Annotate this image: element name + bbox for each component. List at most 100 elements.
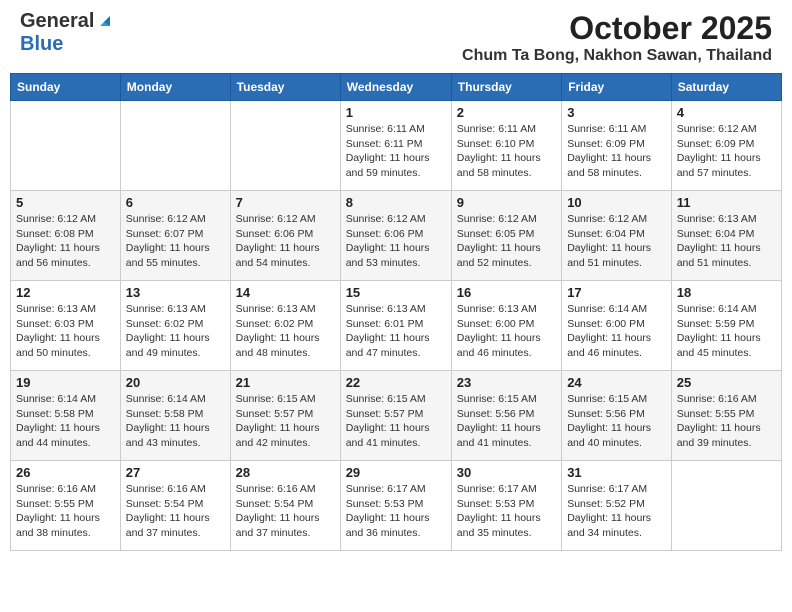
day-info: Sunrise: 6:13 AMSunset: 6:02 PMDaylight:… (126, 302, 225, 361)
calendar-cell: 4 Sunrise: 6:12 AMSunset: 6:09 PMDaylight… (671, 101, 781, 191)
calendar-week-5: 26 Sunrise: 6:16 AMSunset: 5:55 PMDayligh… (11, 461, 782, 551)
calendar-cell: 9 Sunrise: 6:12 AMSunset: 6:05 PMDaylight… (451, 191, 561, 281)
day-info: Sunrise: 6:12 AMSunset: 6:09 PMDaylight:… (677, 122, 776, 181)
calendar-week-3: 12Sunrise: 6:13 AMSunset: 6:03 PMDayligh… (11, 281, 782, 371)
day-info: Sunrise: 6:12 AMSunset: 6:06 PMDaylight:… (236, 212, 335, 271)
calendar-cell: 23Sunrise: 6:15 AMSunset: 5:56 PMDayligh… (451, 371, 561, 461)
calendar-cell: 1 Sunrise: 6:11 AMSunset: 6:11 PMDaylight… (340, 101, 451, 191)
day-number: 15 (346, 285, 446, 300)
calendar-cell: 25Sunrise: 6:16 AMSunset: 5:55 PMDayligh… (671, 371, 781, 461)
calendar-header-row: SundayMondayTuesdayWednesdayThursdayFrid… (11, 74, 782, 101)
day-info: Sunrise: 6:12 AMSunset: 6:04 PMDaylight:… (567, 212, 666, 271)
day-number: 19 (16, 375, 115, 390)
day-number: 12 (16, 285, 115, 300)
calendar-cell: 18 Sunrise: 6:14 AMSunset: 5:59 PMDayligh… (671, 281, 781, 371)
day-info: Sunrise: 6:17 AMSunset: 5:53 PMDaylight:… (346, 482, 446, 541)
weekday-header-monday: Monday (120, 74, 230, 101)
weekday-header-wednesday: Wednesday (340, 74, 451, 101)
day-number: 18 (677, 285, 776, 300)
calendar-week-4: 19Sunrise: 6:14 AMSunset: 5:58 PMDayligh… (11, 371, 782, 461)
calendar-cell: 27 Sunrise: 6:16 AMSunset: 5:54 PMDayligh… (120, 461, 230, 551)
day-number: 24 (567, 375, 666, 390)
calendar-cell: 30 Sunrise: 6:17 AMSunset: 5:53 PMDayligh… (451, 461, 561, 551)
calendar-cell: 21Sunrise: 6:15 AMSunset: 5:57 PMDayligh… (230, 371, 340, 461)
day-number: 22 (346, 375, 446, 390)
calendar-cell: 11Sunrise: 6:13 AMSunset: 6:04 PMDayligh… (671, 191, 781, 281)
day-number: 7 (236, 195, 335, 210)
weekday-header-tuesday: Tuesday (230, 74, 340, 101)
day-number: 2 (457, 105, 556, 120)
day-number: 13 (126, 285, 225, 300)
logo-blue-text: Blue (20, 33, 63, 55)
calendar-cell: 10 Sunrise: 6:12 AMSunset: 6:04 PMDayligh… (562, 191, 672, 281)
day-info: Sunrise: 6:15 AMSunset: 5:57 PMDaylight:… (236, 392, 335, 451)
calendar-table: SundayMondayTuesdayWednesdayThursdayFrid… (10, 73, 782, 551)
day-info: Sunrise: 6:12 AMSunset: 6:07 PMDaylight:… (126, 212, 225, 271)
logo: General Blue (20, 10, 114, 56)
day-info: Sunrise: 6:13 AMSunset: 6:00 PMDaylight:… (457, 302, 556, 361)
day-number: 29 (346, 465, 446, 480)
calendar-cell: 16Sunrise: 6:13 AMSunset: 6:00 PMDayligh… (451, 281, 561, 371)
calendar-week-1: 1 Sunrise: 6:11 AMSunset: 6:11 PMDaylight… (11, 101, 782, 191)
calendar-cell: 7 Sunrise: 6:12 AMSunset: 6:06 PMDaylight… (230, 191, 340, 281)
day-info: Sunrise: 6:12 AMSunset: 6:06 PMDaylight:… (346, 212, 446, 271)
day-info: Sunrise: 6:12 AMSunset: 6:08 PMDaylight:… (16, 212, 115, 271)
day-info: Sunrise: 6:15 AMSunset: 5:57 PMDaylight:… (346, 392, 446, 451)
calendar-cell (120, 101, 230, 191)
day-info: Sunrise: 6:15 AMSunset: 5:56 PMDaylight:… (457, 392, 556, 451)
page-header: General Blue October 2025 Chum Ta Bong, … (10, 10, 782, 65)
weekday-header-friday: Friday (562, 74, 672, 101)
calendar-cell: 29 Sunrise: 6:17 AMSunset: 5:53 PMDayligh… (340, 461, 451, 551)
day-number: 8 (346, 195, 446, 210)
day-number: 11 (677, 195, 776, 210)
calendar-cell: 13 Sunrise: 6:13 AMSunset: 6:02 PMDayligh… (120, 281, 230, 371)
calendar-cell: 12Sunrise: 6:13 AMSunset: 6:03 PMDayligh… (11, 281, 121, 371)
day-number: 26 (16, 465, 115, 480)
calendar-cell: 20Sunrise: 6:14 AMSunset: 5:58 PMDayligh… (120, 371, 230, 461)
day-number: 10 (567, 195, 666, 210)
day-info: Sunrise: 6:13 AMSunset: 6:02 PMDaylight:… (236, 302, 335, 361)
day-info: Sunrise: 6:16 AMSunset: 5:55 PMDaylight:… (16, 482, 115, 541)
day-number: 4 (677, 105, 776, 120)
calendar-cell: 5 Sunrise: 6:12 AMSunset: 6:08 PMDaylight… (11, 191, 121, 281)
calendar-cell: 22 Sunrise: 6:15 AMSunset: 5:57 PMDayligh… (340, 371, 451, 461)
weekday-header-saturday: Saturday (671, 74, 781, 101)
weekday-header-sunday: Sunday (11, 74, 121, 101)
calendar-cell: 6Sunrise: 6:12 AMSunset: 6:07 PMDaylight… (120, 191, 230, 281)
day-info: Sunrise: 6:11 AMSunset: 6:11 PMDaylight:… (346, 122, 446, 181)
day-number: 9 (457, 195, 556, 210)
calendar-cell: 17Sunrise: 6:14 AMSunset: 6:00 PMDayligh… (562, 281, 672, 371)
month-title: October 2025 (462, 10, 772, 47)
day-info: Sunrise: 6:12 AMSunset: 6:05 PMDaylight:… (457, 212, 556, 271)
day-number: 27 (126, 465, 225, 480)
day-info: Sunrise: 6:17 AMSunset: 5:53 PMDaylight:… (457, 482, 556, 541)
day-number: 31 (567, 465, 666, 480)
location-title: Chum Ta Bong, Nakhon Sawan, Thailand (462, 47, 772, 65)
calendar-cell: 2 Sunrise: 6:11 AMSunset: 6:10 PMDaylight… (451, 101, 561, 191)
calendar-cell (671, 461, 781, 551)
day-number: 30 (457, 465, 556, 480)
calendar-cell: 14 Sunrise: 6:13 AMSunset: 6:02 PMDayligh… (230, 281, 340, 371)
calendar-cell: 28Sunrise: 6:16 AMSunset: 5:54 PMDayligh… (230, 461, 340, 551)
calendar-cell: 24Sunrise: 6:15 AMSunset: 5:56 PMDayligh… (562, 371, 672, 461)
calendar-cell: 31Sunrise: 6:17 AMSunset: 5:52 PMDayligh… (562, 461, 672, 551)
day-number: 1 (346, 105, 446, 120)
day-number: 3 (567, 105, 666, 120)
logo-arrow-icon (96, 12, 114, 35)
title-section: October 2025 Chum Ta Bong, Nakhon Sawan,… (462, 10, 772, 65)
day-info: Sunrise: 6:14 AMSunset: 5:59 PMDaylight:… (677, 302, 776, 361)
day-number: 28 (236, 465, 335, 480)
calendar-cell: 19Sunrise: 6:14 AMSunset: 5:58 PMDayligh… (11, 371, 121, 461)
day-number: 20 (126, 375, 225, 390)
day-number: 17 (567, 285, 666, 300)
day-number: 5 (16, 195, 115, 210)
day-info: Sunrise: 6:13 AMSunset: 6:01 PMDaylight:… (346, 302, 446, 361)
weekday-header-thursday: Thursday (451, 74, 561, 101)
calendar-week-2: 5 Sunrise: 6:12 AMSunset: 6:08 PMDaylight… (11, 191, 782, 281)
day-info: Sunrise: 6:11 AMSunset: 6:10 PMDaylight:… (457, 122, 556, 181)
calendar-cell: 3Sunrise: 6:11 AMSunset: 6:09 PMDaylight… (562, 101, 672, 191)
logo-general-text: General (20, 10, 94, 33)
calendar-cell (11, 101, 121, 191)
day-number: 14 (236, 285, 335, 300)
day-info: Sunrise: 6:16 AMSunset: 5:54 PMDaylight:… (126, 482, 225, 541)
